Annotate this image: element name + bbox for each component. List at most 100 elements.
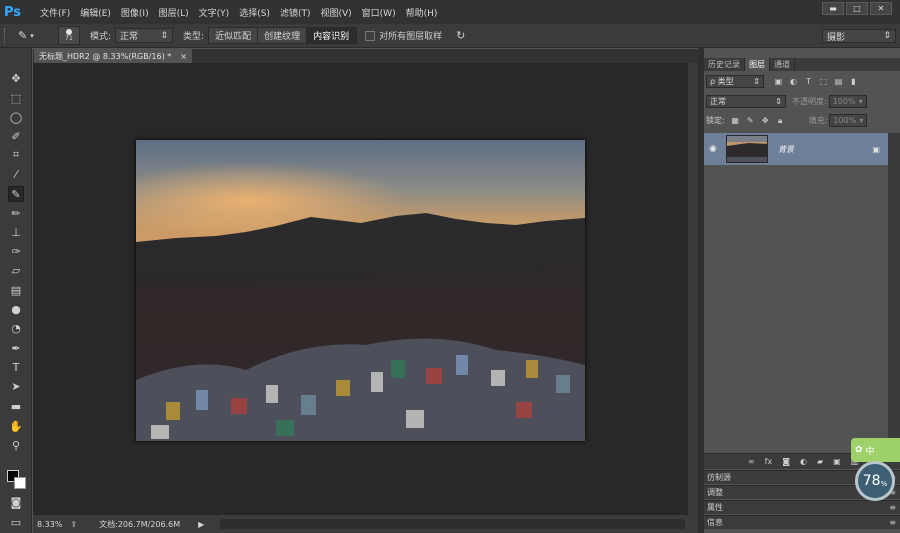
zoom-tool-icon[interactable]: ⚲	[8, 437, 24, 453]
pen-tool-icon[interactable]: ✒	[8, 340, 24, 356]
panel-menu-icon[interactable]: ≡	[889, 503, 896, 512]
filter-smart-object-icon[interactable]: ▤	[834, 77, 843, 86]
menu-filter[interactable]: 滤镜(T)	[280, 6, 311, 19]
hand-tool-icon[interactable]: ✋	[8, 418, 24, 434]
horizontal-scrollbar[interactable]	[220, 519, 685, 529]
rectangle-tool-icon[interactable]: ▬	[8, 398, 24, 414]
export-icon[interactable]: ⇪	[70, 520, 77, 529]
menu-layer[interactable]: 图层(L)	[159, 6, 189, 19]
status-menu-arrow-icon[interactable]: ▶	[198, 520, 204, 529]
crop-tool-icon[interactable]: ⌗	[8, 147, 24, 163]
zoom-level[interactable]: 8.33%	[37, 520, 62, 529]
new-layer-icon[interactable]: ▣	[833, 457, 841, 466]
eye-icon[interactable]: ◉	[709, 144, 717, 154]
document-title: 无标题_HDR2 @ 8.33%(RGB/16) *	[39, 51, 172, 61]
filter-adjustment-icon[interactable]: ◐	[789, 77, 798, 86]
lock-image-icon[interactable]: ✎	[746, 116, 755, 125]
mask-icon[interactable]: ◙	[782, 457, 790, 466]
type-proximity-match[interactable]: 近似匹配	[209, 28, 259, 43]
fill-field[interactable]: 100% ▾	[829, 114, 868, 127]
filter-pixel-icon[interactable]: ▣	[774, 77, 783, 86]
options-grip[interactable]	[4, 27, 10, 44]
tab-layers[interactable]: 图层	[745, 58, 770, 71]
brush-size: 71	[65, 35, 73, 42]
document-image[interactable]	[136, 140, 585, 441]
background-color-swatch[interactable]	[14, 477, 26, 489]
spot-healing-tool-icon[interactable]: ✎	[8, 186, 24, 202]
close-button[interactable]: ✕	[870, 2, 892, 15]
type-tool-icon[interactable]: T	[8, 359, 24, 375]
menu-window[interactable]: 窗口(W)	[362, 6, 396, 19]
tab-channels[interactable]: 通道	[770, 58, 795, 71]
marquee-tool-icon[interactable]: ⬚	[8, 90, 24, 106]
eyedropper-tool-icon[interactable]: ⁄	[8, 166, 24, 182]
menu-image[interactable]: 图像(I)	[121, 6, 149, 19]
landscape-photo	[136, 140, 585, 441]
mode-select[interactable]: 正常 ⇕	[115, 28, 174, 43]
pressure-size-icon[interactable]: ↻	[456, 29, 465, 42]
lasso-tool-icon[interactable]: ◯	[8, 109, 24, 125]
minimize-button[interactable]: ▬	[822, 2, 844, 15]
filter-kind-select[interactable]: ρ 类型 ⇕	[706, 75, 764, 88]
chevron-down-icon: ▾	[30, 31, 34, 40]
type-segmented: 近似匹配 创建纹理 内容识别	[208, 27, 358, 44]
gauge-unit: %	[880, 480, 888, 488]
blend-mode-select[interactable]: 正常 ⇕	[706, 95, 786, 108]
menu-view[interactable]: 视图(V)	[320, 6, 351, 19]
filter-toggle-icon[interactable]: ▮	[849, 77, 858, 86]
panel-info-label: 信息	[707, 518, 723, 527]
layer-thumbnail-image	[727, 136, 767, 162]
tool-preset-picker[interactable]: ✎ ▾	[18, 27, 52, 45]
menu-type[interactable]: 文字(Y)	[199, 6, 230, 19]
screen-mode-icon[interactable]: ▭	[8, 514, 24, 530]
panel-menu-icon[interactable]: ≡	[889, 518, 896, 527]
brush-tool-icon[interactable]: ✏	[8, 205, 24, 221]
opacity-field[interactable]: 100% ▾	[828, 95, 867, 108]
performance-gauge[interactable]: 78%	[855, 461, 895, 501]
maximize-button[interactable]: □	[846, 2, 868, 15]
layers-scrollbar[interactable]	[888, 133, 900, 447]
ime-widget[interactable]: ✿ 中	[851, 438, 900, 462]
adjustment-icon[interactable]: ◐	[800, 457, 807, 466]
filter-type-icon[interactable]: T	[804, 77, 813, 86]
lock-position-icon[interactable]: ✥	[761, 116, 770, 125]
move-tool-icon[interactable]: ✥	[8, 70, 24, 86]
lock-transparent-icon[interactable]: ▦	[731, 116, 740, 125]
sample-all-layers-checkbox[interactable]	[365, 30, 376, 41]
type-content-aware[interactable]: 内容识别	[307, 28, 357, 43]
folder-icon[interactable]: ▰	[817, 457, 823, 466]
close-tab-icon[interactable]: ×	[180, 52, 187, 61]
menu-select[interactable]: 选择(S)	[239, 6, 270, 19]
clone-stamp-tool-icon[interactable]: ⊥	[8, 224, 24, 240]
panel-info[interactable]: 信息 ≡	[704, 515, 900, 529]
brush-picker[interactable]: 71	[58, 26, 80, 45]
panel-clone-source-label: 仿制源	[707, 473, 731, 482]
dodge-tool-icon[interactable]: ◔	[8, 320, 24, 336]
path-select-tool-icon[interactable]: ➤	[8, 378, 24, 394]
sample-all-layers-label: 对所有图层取样	[379, 32, 443, 42]
lock-all-icon[interactable]: 🔒︎	[776, 116, 785, 125]
menu-file[interactable]: 文件(F)	[40, 6, 70, 19]
eraser-tool-icon[interactable]: ▱	[8, 262, 24, 278]
quick-select-tool-icon[interactable]: ✐	[8, 128, 24, 144]
tab-history[interactable]: 历史记录	[704, 58, 745, 71]
quick-mask-icon[interactable]: ◙	[8, 494, 24, 510]
menu-bar: Ps 文件(F) 编辑(E) 图像(I) 图层(L) 文字(Y) 选择(S) 滤…	[0, 0, 900, 24]
layer-thumbnail	[726, 135, 768, 163]
filter-shape-icon[interactable]: ⬚	[819, 77, 828, 86]
panel-properties[interactable]: 属性 ≡	[704, 500, 900, 514]
fx-icon[interactable]: fx	[765, 457, 773, 466]
vertical-scrollbar[interactable]	[688, 63, 698, 515]
menu-help[interactable]: 帮助(H)	[406, 6, 438, 19]
mode-value: 正常	[120, 32, 139, 42]
layer-row-background[interactable]: ◉ 背景 ▣	[704, 133, 888, 165]
history-brush-tool-icon[interactable]: ✑	[8, 243, 24, 259]
gradient-tool-icon[interactable]: ▤	[8, 282, 24, 298]
link-icon[interactable]: ∞	[748, 457, 755, 466]
panel-tabs: 历史记录 图层 通道	[704, 58, 900, 71]
menu-edit[interactable]: 编辑(E)	[80, 6, 111, 19]
blur-tool-icon[interactable]: ●	[8, 301, 24, 317]
document-tab[interactable]: 无标题_HDR2 @ 8.33%(RGB/16) * ×	[34, 49, 192, 63]
workspace-select[interactable]: 摄影 ⇕	[822, 29, 896, 43]
type-create-texture[interactable]: 创建纹理	[258, 28, 308, 43]
